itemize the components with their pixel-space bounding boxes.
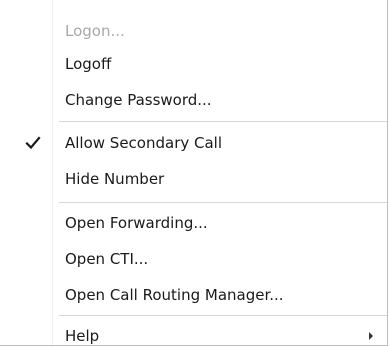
menu-item-label: Change Password... xyxy=(65,91,212,109)
menu-item-open-call-routing-manager[interactable]: Open Call Routing Manager... xyxy=(0,277,387,313)
menu-item-hide-number[interactable]: Hide Number xyxy=(0,161,387,197)
context-menu: Logon... Logoff Change Password... Allow… xyxy=(0,0,388,346)
menu-item-help[interactable]: Help xyxy=(0,318,387,347)
menu-item-label: Open CTI... xyxy=(65,250,149,268)
checkmark-icon xyxy=(25,136,41,150)
menu-item-label: Open Forwarding... xyxy=(65,214,208,232)
menu-item-allow-secondary-call[interactable]: Allow Secondary Call xyxy=(0,125,387,161)
menu-separator xyxy=(59,315,387,316)
menu-separator xyxy=(59,121,387,122)
menu-separator xyxy=(59,202,387,203)
menu-item-open-cti[interactable]: Open CTI... xyxy=(0,241,387,277)
menu-item-label: Logon... xyxy=(65,22,125,40)
menu-item-label: Logoff xyxy=(65,55,112,73)
menu-item-logon: Logon... xyxy=(0,13,387,49)
menu-item-open-forwarding[interactable]: Open Forwarding... xyxy=(0,205,387,241)
menu-item-label: Allow Secondary Call xyxy=(65,134,223,152)
menu-item-change-password[interactable]: Change Password... xyxy=(0,82,387,118)
menu-item-label: Help xyxy=(65,327,100,345)
menu-item-logoff[interactable]: Logoff xyxy=(0,46,387,82)
menu-item-label: Hide Number xyxy=(65,170,165,188)
menu-item-label: Open Call Routing Manager... xyxy=(65,286,284,304)
submenu-arrow-icon xyxy=(369,332,373,340)
